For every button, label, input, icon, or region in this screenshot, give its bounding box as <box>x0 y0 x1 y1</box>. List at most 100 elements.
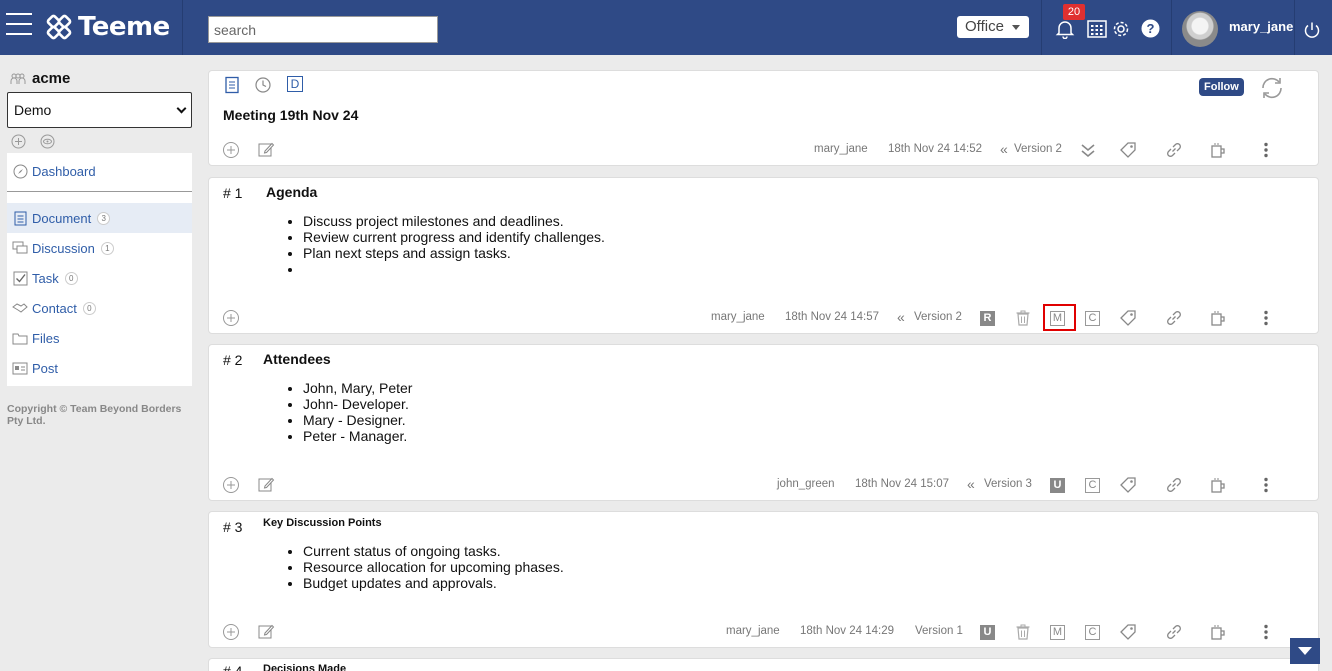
list-item: Mary - Designer. <box>303 412 412 428</box>
sidebar-item-discussion[interactable]: Discussion 1 <box>7 233 192 263</box>
version-link[interactable]: Version 2 <box>1014 143 1062 155</box>
add-icon[interactable] <box>11 134 26 149</box>
clock-icon[interactable] <box>254 76 272 94</box>
chevrons-down-icon[interactable] <box>1079 141 1097 159</box>
search-input[interactable] <box>208 16 438 43</box>
section-card: # 1 Agenda Discuss project milestones an… <box>208 177 1319 334</box>
timestamp: 18th Nov 24 14:57 <box>785 311 879 323</box>
sidebar-item-label: Dashboard <box>32 163 96 179</box>
section-title: Decisions Made <box>263 663 347 671</box>
team-icon <box>10 73 26 84</box>
chevrons-left-icon: « <box>967 476 975 492</box>
sidebar-item-task[interactable]: Task 0 <box>7 263 192 293</box>
gear-icon[interactable] <box>1111 19 1131 39</box>
sidebar-item-post[interactable]: Post <box>7 353 192 383</box>
follow-button[interactable]: Follow <box>1199 78 1244 96</box>
version-link[interactable]: Version 2 <box>914 311 962 323</box>
username[interactable]: mary_jane <box>1229 19 1293 34</box>
mug-icon[interactable] <box>1209 309 1227 327</box>
version-link[interactable]: Version 3 <box>984 478 1032 490</box>
edit-icon[interactable] <box>257 141 275 159</box>
avatar[interactable] <box>1182 11 1218 47</box>
refresh-icon[interactable] <box>1259 76 1285 100</box>
unreserved-badge[interactable]: U <box>1050 478 1065 493</box>
count-badge: 0 <box>64 271 78 285</box>
sidebar-item-label: Document <box>32 210 92 226</box>
list-item: John- Developer. <box>303 396 412 412</box>
sidebar-item-dashboard[interactable]: Dashboard <box>7 156 192 186</box>
more-vertical-icon[interactable] <box>1257 309 1275 327</box>
workspace-select[interactable]: Demo <box>7 92 192 128</box>
edit-icon[interactable] <box>257 623 275 641</box>
sidebar-divider <box>7 191 192 192</box>
logo[interactable]: Teeme <box>46 11 170 43</box>
list-item: Current status of ongoing tasks. <box>303 543 564 559</box>
m-badge[interactable]: M <box>1050 311 1065 326</box>
link-icon[interactable] <box>1165 309 1183 327</box>
timestamp: 18th Nov 24 15:07 <box>855 478 949 490</box>
link-icon[interactable] <box>1165 476 1183 494</box>
document-header-card: D Follow Meeting 19th Nov 24 mary_jane 1… <box>208 70 1319 166</box>
tag-icon[interactable] <box>1119 309 1137 327</box>
c-badge[interactable]: C <box>1085 478 1100 493</box>
edit-icon[interactable] <box>257 476 275 494</box>
menu-icon[interactable] <box>6 13 32 37</box>
section-number: # 3 <box>223 519 243 535</box>
org-name: acme <box>32 70 71 87</box>
mug-icon[interactable] <box>1209 141 1227 159</box>
compass-icon <box>12 163 28 179</box>
bell-icon[interactable] <box>1055 19 1075 39</box>
list-item: John, Mary, Peter <box>303 380 412 396</box>
office-dropdown[interactable]: Office <box>957 16 1029 38</box>
power-icon[interactable] <box>1303 21 1321 39</box>
trash-icon[interactable] <box>1014 309 1032 327</box>
section-bullets: Current status of ongoing tasks. Resourc… <box>303 543 564 591</box>
section-title: Agenda <box>266 184 318 200</box>
timestamp: 18th Nov 24 14:29 <box>800 625 894 637</box>
sidebar-tools <box>11 134 55 149</box>
more-vertical-icon[interactable] <box>1257 141 1275 159</box>
section-number: # 2 <box>223 352 243 368</box>
help-icon[interactable]: ? <box>1141 19 1160 38</box>
link-icon[interactable] <box>1165 141 1183 159</box>
reserved-badge[interactable]: R <box>980 311 995 326</box>
tag-icon[interactable] <box>1119 623 1137 641</box>
sidebar-item-document[interactable]: Document 3 <box>7 203 192 233</box>
more-vertical-icon[interactable] <box>1257 476 1275 494</box>
section-number: # 4 <box>223 663 243 671</box>
mug-icon[interactable] <box>1209 476 1227 494</box>
add-icon[interactable] <box>222 309 240 327</box>
sidebar-item-label: Discussion <box>32 240 95 256</box>
add-icon[interactable] <box>222 141 240 159</box>
scroll-down-button[interactable] <box>1290 638 1320 664</box>
more-vertical-icon[interactable] <box>1257 623 1275 641</box>
unreserved-badge[interactable]: U <box>980 625 995 640</box>
eye-icon[interactable] <box>40 134 55 149</box>
add-icon[interactable] <box>222 623 240 641</box>
sidebar-item-contact[interactable]: Contact 0 <box>7 293 192 323</box>
c-badge[interactable]: C <box>1085 625 1100 640</box>
author: mary_jane <box>814 143 868 155</box>
top-bar: Teeme Office 20 ? mary_jane <box>0 0 1332 55</box>
m-badge[interactable]: M <box>1050 625 1065 640</box>
list-item: Budget updates and approvals. <box>303 575 564 591</box>
link-icon[interactable] <box>1165 623 1183 641</box>
document-icon[interactable] <box>223 76 241 94</box>
tag-icon[interactable] <box>1119 476 1137 494</box>
calendar-icon[interactable] <box>1087 19 1107 38</box>
add-icon[interactable] <box>222 476 240 494</box>
timestamp: 18th Nov 24 14:52 <box>888 143 982 155</box>
author: mary_jane <box>726 625 780 637</box>
version-link[interactable]: Version 1 <box>915 625 963 637</box>
c-badge[interactable]: C <box>1085 311 1100 326</box>
document-icon <box>12 210 28 226</box>
tag-icon[interactable] <box>1119 141 1137 159</box>
trash-icon[interactable] <box>1014 623 1032 641</box>
section-number: # 1 <box>223 185 243 201</box>
section-card: # 3 Key Discussion Points Current status… <box>208 511 1319 648</box>
draft-badge[interactable]: D <box>287 76 303 92</box>
mug-icon[interactable] <box>1209 623 1227 641</box>
checkbox-icon <box>12 270 28 286</box>
sidebar-item-files[interactable]: Files <box>7 323 192 353</box>
count-badge: 1 <box>100 241 114 255</box>
